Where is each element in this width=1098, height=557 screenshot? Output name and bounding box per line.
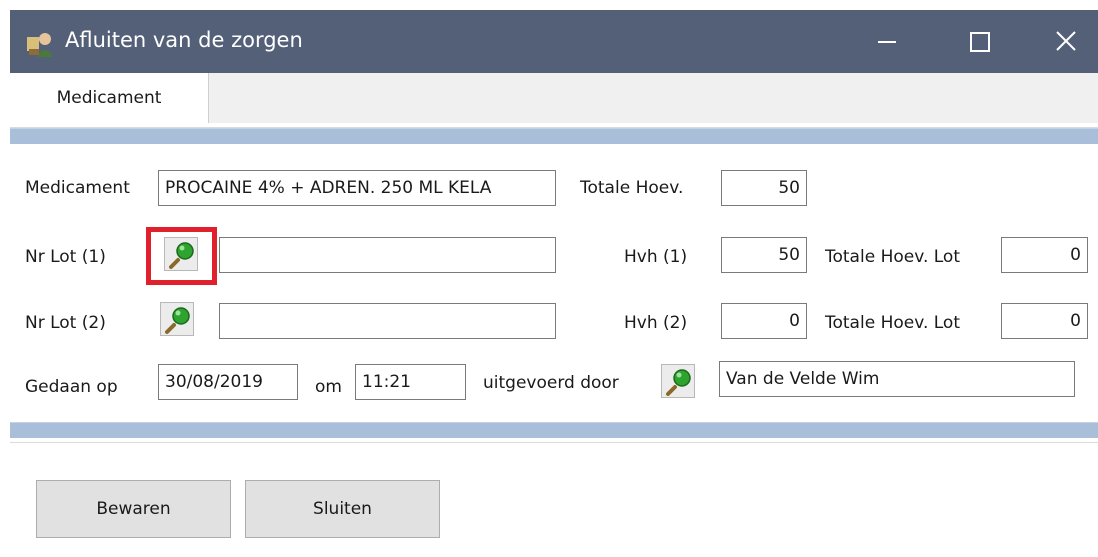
totale-hoev-lot-1-field[interactable]: 0	[1001, 237, 1088, 273]
nr-lot-2-label: Nr Lot (2)	[25, 313, 106, 333]
tab-medicament[interactable]: Medicament	[10, 73, 209, 123]
nr-lot-1-label: Nr Lot (1)	[25, 247, 106, 267]
performer-lookup-button[interactable]	[661, 364, 695, 398]
totale-hoev-lot-1-label: Totale Hoev. Lot	[825, 247, 960, 267]
tab-strip: Medicament	[10, 73, 1098, 123]
close-icon	[1056, 31, 1076, 51]
totale-hoev-label: Totale Hoev.	[580, 178, 684, 198]
dialog-window: Afluiten van de zorgen Medicament Medica…	[10, 10, 1098, 557]
uitgevoerd-door-field[interactable]: Van de Velde Wim	[719, 361, 1075, 397]
magnifier-icon	[165, 307, 190, 334]
window-title: Afluiten van de zorgen	[65, 28, 303, 52]
time-field[interactable]: 11:21	[355, 364, 466, 400]
om-label: om	[315, 377, 342, 397]
divider	[10, 442, 1098, 443]
minimize-button[interactable]	[856, 10, 916, 73]
nr-lot-2-field[interactable]	[219, 303, 556, 339]
totale-hoev-lot-2-field[interactable]: 0	[1001, 303, 1088, 339]
gedaan-op-label: Gedaan op	[25, 377, 118, 397]
totale-hoev-field[interactable]: 50	[721, 170, 807, 206]
maximize-button[interactable]	[948, 10, 1008, 73]
hvh-2-label: Hvh (2)	[624, 313, 688, 333]
save-button[interactable]: Bewaren	[36, 480, 231, 538]
close-button[interactable]: Sluiten	[245, 480, 440, 538]
close-window-button[interactable]	[1036, 10, 1096, 73]
section-footer-bar	[10, 422, 1098, 438]
gedaan-op-date-field[interactable]: 30/08/2019	[158, 364, 298, 400]
lookup-highlight	[146, 227, 217, 285]
totale-hoev-lot-2-label: Totale Hoev. Lot	[825, 313, 960, 333]
medicament-label: Medicament	[25, 178, 130, 198]
hvh-2-field[interactable]: 0	[721, 303, 807, 339]
section-header-bar	[10, 128, 1098, 144]
magnifier-icon	[666, 369, 691, 396]
maximize-icon	[970, 32, 990, 52]
minimize-icon	[878, 41, 896, 43]
nr-lot-1-field[interactable]	[219, 237, 556, 273]
hvh-1-label: Hvh (1)	[624, 247, 688, 267]
title-bar[interactable]: Afluiten van de zorgen	[10, 10, 1098, 73]
lot-2-lookup-button[interactable]	[160, 302, 194, 336]
uitgevoerd-door-label: uitgevoerd door	[483, 373, 619, 393]
app-icon	[25, 27, 57, 59]
medicament-field[interactable]: PROCAINE 4% + ADREN. 250 ML KELA	[158, 170, 556, 206]
hvh-1-field[interactable]: 50	[721, 237, 807, 273]
